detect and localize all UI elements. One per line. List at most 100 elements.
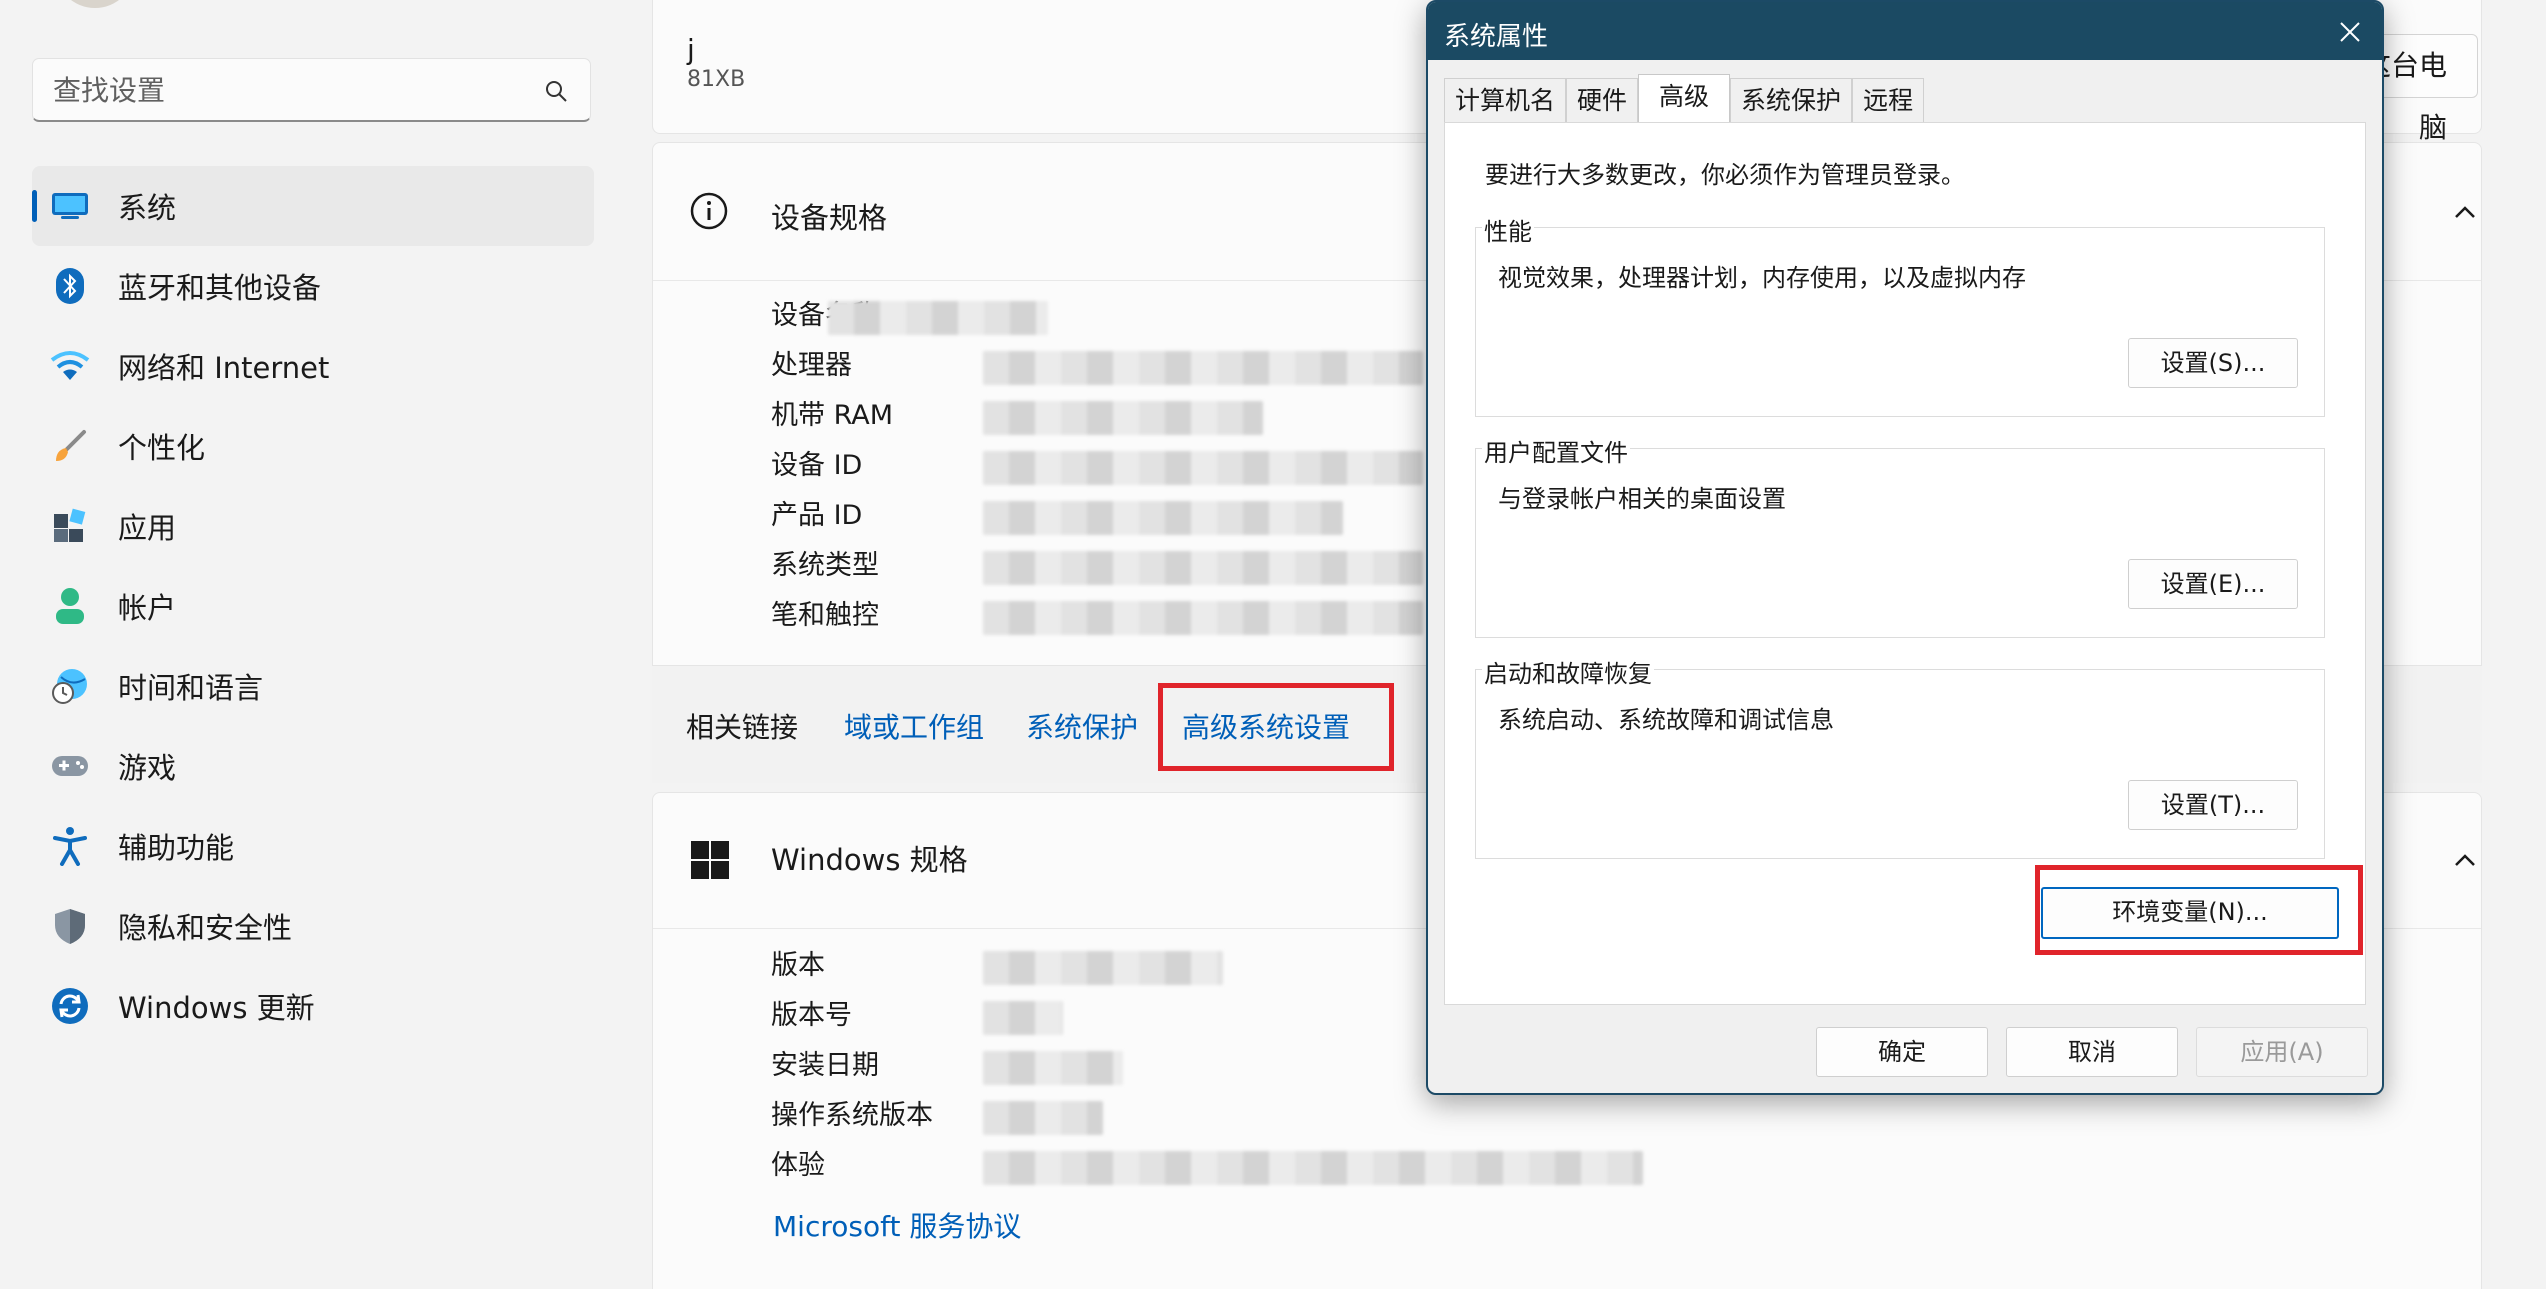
related-links-label: 相关链接 (686, 711, 799, 744)
nav-item-time-language[interactable]: 时间和语言 (32, 646, 594, 726)
system-properties-dialog: 系统属性 计算机名 硬件 高级 系统保护 远程 要进行大多数更改，你必须作为管理… (1426, 0, 2384, 1095)
tab-system-protection[interactable]: 系统保护 (1730, 78, 1853, 122)
nav-item-accessibility[interactable]: 辅助功能 (32, 806, 594, 886)
spec-row: 体验 (653, 1143, 2481, 1193)
spec-label: 笔和触控 (771, 600, 879, 631)
highlight-annotation (2035, 865, 2363, 955)
redacted-value (983, 601, 1423, 635)
redacted-value (983, 1001, 1063, 1035)
shield-icon (50, 906, 90, 946)
nav-label: 帐户 (118, 591, 177, 625)
nav-label: 网络和 Internet (118, 351, 330, 385)
redacted-value (983, 951, 1223, 985)
redacted-value (828, 301, 1048, 335)
highlight-annotation (1158, 683, 1394, 771)
nav-label: Windows 更新 (118, 991, 315, 1025)
nav-item-privacy[interactable]: 隐私和安全性 (32, 886, 594, 966)
cancel-button[interactable]: 取消 (2006, 1027, 2178, 1077)
nav-label: 隐私和安全性 (118, 911, 293, 945)
chevron-up-icon[interactable] (2451, 199, 2479, 227)
group-title: 启动和故障恢复 (1482, 654, 1654, 689)
nav-label: 辅助功能 (118, 831, 235, 865)
dialog-tabs: 计算机名 硬件 高级 系统保护 远程 (1444, 74, 1925, 122)
startup-recovery-settings-button[interactable]: 设置(T)... (2128, 780, 2298, 830)
search-input[interactable] (53, 59, 533, 121)
nav-label: 时间和语言 (118, 671, 264, 705)
monitor-icon (50, 186, 90, 226)
group-desc: 系统启动、系统故障和调试信息 (1498, 706, 1834, 734)
nav-label: 个性化 (118, 431, 206, 465)
apps-icon (50, 506, 90, 546)
nav-item-gaming[interactable]: 游戏 (32, 726, 594, 806)
device-name: j (687, 33, 695, 66)
settings-nav: 系统 蓝牙和其他设备 网络和 Internet 个性化 应用 帐户 时间和语言 … (32, 166, 594, 1046)
close-icon[interactable] (2328, 10, 2372, 54)
admin-note: 要进行大多数更改，你必须作为管理员登录。 (1485, 161, 1965, 189)
redacted-value (983, 501, 1343, 535)
group-title: 用户配置文件 (1482, 433, 1630, 468)
spec-label: 版本号 (771, 1000, 852, 1031)
system-protection-link[interactable]: 系统保护 (1026, 706, 1138, 746)
nav-item-apps[interactable]: 应用 (32, 486, 594, 566)
tab-remote[interactable]: 远程 (1852, 78, 1925, 122)
paintbrush-icon (50, 426, 90, 466)
user-profiles-settings-button[interactable]: 设置(E)... (2128, 559, 2298, 609)
nav-label: 蓝牙和其他设备 (118, 271, 322, 305)
spec-label: 产品 ID (771, 500, 863, 531)
apply-button: 应用(A) (2196, 1027, 2368, 1077)
nav-item-system[interactable]: 系统 (32, 166, 594, 246)
dialog-title: 系统属性 (1444, 22, 1549, 52)
globe-clock-icon (50, 666, 90, 706)
group-desc: 与登录帐户相关的桌面设置 (1498, 485, 1786, 513)
advanced-tab-panel: 要进行大多数更改，你必须作为管理员登录。 性能 视觉效果，处理器计划，内存使用，… (1444, 122, 2366, 1005)
nav-label: 应用 (118, 511, 177, 545)
spec-label: 版本 (771, 950, 825, 981)
user-profiles-group: 用户配置文件 与登录帐户相关的桌面设置 设置(E)... (1475, 433, 2325, 638)
tab-computer-name[interactable]: 计算机名 (1444, 78, 1567, 122)
chevron-up-icon[interactable] (2451, 847, 2479, 875)
redacted-value (983, 1151, 1643, 1185)
nav-item-bluetooth[interactable]: 蓝牙和其他设备 (32, 246, 594, 326)
nav-item-windows-update[interactable]: Windows 更新 (32, 966, 594, 1046)
tab-hardware[interactable]: 硬件 (1566, 78, 1639, 122)
redacted-value (983, 401, 1263, 435)
windows-specs-title: Windows 规格 (771, 843, 968, 877)
windows-logo-icon (691, 841, 729, 879)
dialog-titlebar[interactable]: 系统属性 (1428, 2, 2382, 60)
spec-label: 安装日期 (771, 1050, 879, 1081)
device-specs-title: 设备规格 (771, 201, 888, 235)
avatar[interactable] (55, 0, 135, 8)
person-icon (50, 586, 90, 626)
ok-button[interactable]: 确定 (1816, 1027, 1988, 1077)
spec-label: 设备 ID (771, 450, 863, 481)
spec-label: 体验 (771, 1150, 825, 1181)
spec-label: 系统类型 (771, 550, 879, 581)
nav-item-accounts[interactable]: 帐户 (32, 566, 594, 646)
performance-settings-button[interactable]: 设置(S)... (2128, 338, 2298, 388)
search-box[interactable] (32, 58, 591, 122)
group-desc: 视觉效果，处理器计划，内存使用，以及虚拟内存 (1498, 264, 2026, 292)
nav-item-network[interactable]: 网络和 Internet (32, 326, 594, 406)
tab-advanced[interactable]: 高级 (1638, 74, 1731, 122)
microsoft-services-agreement-link[interactable]: Microsoft 服务协议 (773, 1205, 1021, 1245)
nav-item-personalization[interactable]: 个性化 (32, 406, 594, 486)
spec-label: 机带 RAM (771, 400, 894, 431)
search-icon[interactable] (544, 79, 568, 103)
refresh-icon (50, 986, 90, 1026)
group-title: 性能 (1482, 212, 1534, 247)
performance-group: 性能 视觉效果，处理器计划，内存使用，以及虚拟内存 设置(S)... (1475, 212, 2325, 417)
dialog-footer: 确定 取消 应用(A) (1428, 1005, 2382, 1093)
bluetooth-icon (50, 266, 90, 306)
redacted-value (983, 351, 1423, 385)
nav-label: 游戏 (118, 751, 177, 785)
accessibility-icon (50, 826, 90, 866)
wifi-icon (50, 346, 90, 386)
domain-workgroup-link[interactable]: 域或工作组 (844, 706, 984, 746)
spec-label: 处理器 (771, 350, 852, 381)
startup-recovery-group: 启动和故障恢复 系统启动、系统故障和调试信息 设置(T)... (1475, 654, 2325, 859)
nav-label: 系统 (118, 191, 177, 225)
spec-label: 操作系统版本 (771, 1100, 933, 1131)
redacted-value (983, 1051, 1123, 1085)
redacted-value (983, 451, 1423, 485)
redacted-value (983, 551, 1423, 585)
